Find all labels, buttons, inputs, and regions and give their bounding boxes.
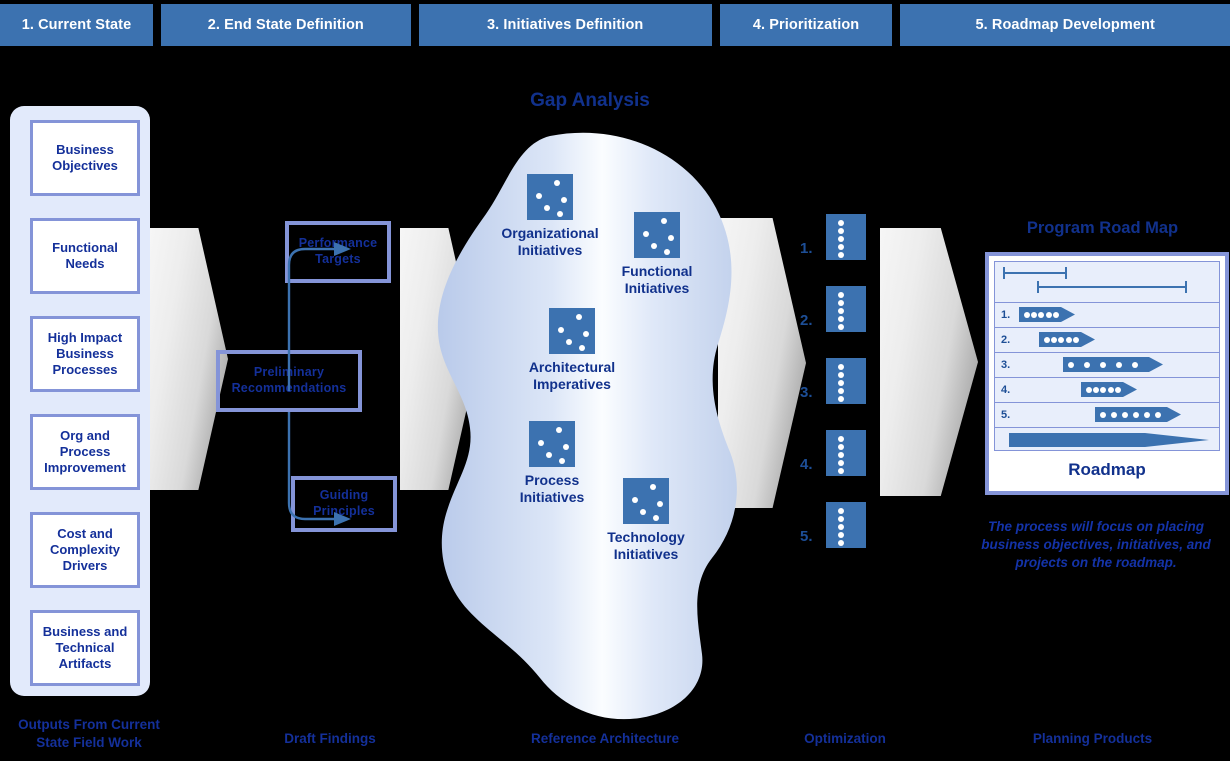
initiative-card-icon (623, 478, 669, 524)
priority-number-4: 4. (800, 456, 813, 473)
roadmap-row-number-2: 2. (1001, 334, 1011, 346)
roadmap-bar-5[interactable] (1095, 407, 1181, 422)
initiative-label-line1: Architectural (528, 359, 616, 375)
roadmap-timeline-cap (1037, 281, 1039, 293)
priority-card-3[interactable] (826, 358, 866, 404)
process-diagram-canvas: 1. Current State 2. End State Definition 3… (0, 0, 1230, 761)
footer-label-4: Optimization (804, 731, 886, 746)
priority-card-4[interactable] (826, 430, 866, 476)
initiative-item-2[interactable]: Functional Initiatives (602, 212, 712, 296)
initiative-label-line1: Organizational (501, 225, 599, 241)
roadmap-row-divider (995, 377, 1219, 378)
initiative-item-5[interactable]: Technology Initiatives (591, 478, 701, 562)
footer-label-1: Outputs From Current State Field Work (18, 717, 160, 750)
roadmap-row-divider (995, 352, 1219, 353)
roadmap-panel: 1. 2. 3. 4. 5. Roadmap (985, 252, 1229, 495)
gap-analysis-title: Gap Analysis (530, 90, 650, 111)
initiative-label-line2: Initiatives (613, 545, 679, 562)
priority-number-1: 1. (800, 240, 813, 257)
phase-tab-3[interactable]: 3. Initiatives Definition (418, 4, 712, 46)
initiative-label-line2: Initiatives (624, 279, 690, 296)
initiative-item-1[interactable]: Organizational Initiatives (495, 174, 605, 258)
priority-card-1[interactable] (826, 214, 866, 260)
roadmap-row-number-1: 1. (1001, 309, 1011, 321)
phase-tab-1[interactable]: 1. Current State (0, 4, 153, 46)
roadmap-row-divider (995, 327, 1219, 328)
initiative-card-icon (634, 212, 680, 258)
draft-findings-connectors (287, 242, 351, 526)
initiative-label-line1: Technology (607, 529, 685, 545)
initiative-card-icon (549, 308, 595, 354)
roadmap-timeline-cap (1065, 267, 1067, 279)
roadmap-bar-1[interactable] (1019, 307, 1075, 322)
priority-number-2: 2. (800, 312, 813, 329)
initiative-label-line2: Initiatives (517, 241, 583, 258)
roadmap-row-number-3: 3. (1001, 359, 1011, 371)
phase-tab-bar: 1. Current State 2. End State Definition 3… (0, 4, 1230, 46)
initiative-item-3[interactable]: Architectural Imperatives (517, 308, 627, 392)
roadmap-timeline-1 (1003, 272, 1067, 274)
phase-tab-5[interactable]: 5. Roadmap Development (900, 4, 1230, 46)
initiative-label-line1: Functional (621, 263, 693, 279)
priority-card-5[interactable] (826, 502, 866, 548)
initiative-label-line2: Imperatives (533, 375, 611, 392)
current-state-box-5[interactable]: Cost and Complexity Drivers (30, 512, 140, 588)
roadmap-timeline-2 (1037, 286, 1187, 288)
roadmap-note: The process will focus on placing busine… (981, 519, 1211, 570)
roadmap-summary-bar[interactable] (1009, 433, 1209, 447)
roadmap-row-number-5: 5. (1001, 409, 1011, 421)
current-state-box-1[interactable]: Business Objectives (30, 120, 140, 196)
roadmap-row-number-4: 4. (1001, 384, 1011, 396)
footer-label-5: Planning Products (1032, 731, 1153, 746)
chevron-arrow-4 (880, 228, 978, 496)
footer-label-3: Reference Architecture (530, 731, 680, 746)
current-state-panel: Business Objectives Functional Needs High … (10, 106, 150, 696)
roadmap-bar-3[interactable] (1063, 357, 1163, 372)
roadmap-row-divider (995, 302, 1219, 303)
initiative-card-icon (529, 421, 575, 467)
roadmap-bar-4[interactable] (1081, 382, 1137, 397)
roadmap-timeline-cap (1185, 281, 1187, 293)
roadmap-bar-2[interactable] (1039, 332, 1095, 347)
initiative-card-icon (527, 174, 573, 220)
current-state-box-6[interactable]: Business and Technical Artifacts (30, 610, 140, 686)
current-state-box-4[interactable]: Org and Process Improvement (30, 414, 140, 490)
roadmap-title: Program Road Map (1026, 219, 1179, 237)
phase-tab-4[interactable]: 4. Prioritization (719, 4, 893, 46)
roadmap-row-divider (995, 427, 1219, 428)
current-state-box-2[interactable]: Functional Needs (30, 218, 140, 294)
roadmap-row-divider (995, 402, 1219, 403)
priority-number-3: 3. (800, 384, 813, 401)
roadmap-footer-label: Roadmap (1068, 460, 1146, 479)
footer-label-2: Draft Findings (284, 731, 376, 746)
current-state-box-3[interactable]: High Impact Business Processes (30, 316, 140, 392)
phase-tab-2[interactable]: 2. End State Definition (160, 4, 411, 46)
roadmap-grid: 1. 2. 3. 4. 5. (994, 261, 1220, 451)
priority-number-5: 5. (800, 528, 813, 545)
priority-card-2[interactable] (826, 286, 866, 332)
roadmap-timeline-cap (1003, 267, 1005, 279)
